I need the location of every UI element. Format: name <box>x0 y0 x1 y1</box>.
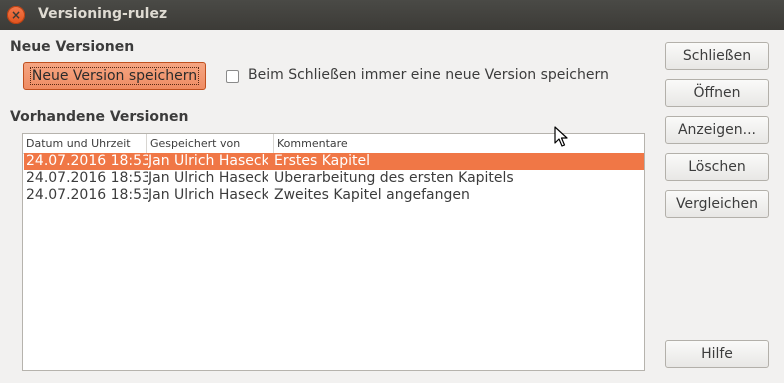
close-button[interactable]: Schließen <box>665 42 769 70</box>
row-comment: Überarbeitung des ersten Kapitels <box>274 170 514 186</box>
window-title: Versioning-rulez <box>38 6 168 22</box>
column-header-comment[interactable]: Kommentare <box>274 134 644 153</box>
version-row[interactable]: 24.07.2016 18:53 Jan Ulrich Haseck Übera… <box>24 170 644 187</box>
save-new-version-button[interactable]: Neue Version speichern <box>23 62 206 90</box>
row-date: 24.07.2016 18:53 <box>26 187 148 203</box>
existing-versions-heading: Vorhandene Versionen <box>10 109 189 125</box>
new-versions-heading: Neue Versionen <box>10 39 135 55</box>
row-comment: Erstes Kapitel <box>274 153 371 169</box>
row-date: 24.07.2016 18:53 <box>26 170 148 186</box>
row-author: Jan Ulrich Haseck <box>148 187 268 203</box>
version-row[interactable]: 24.07.2016 18:53 Jan Ulrich Haseck Erste… <box>24 153 644 170</box>
compare-button[interactable]: Vergleichen <box>665 190 769 218</box>
column-header-date[interactable]: Datum und Uhrzeit <box>23 134 147 153</box>
column-header-author[interactable]: Gespeichert von <box>147 134 274 153</box>
show-button[interactable]: Anzeigen... <box>665 116 769 144</box>
versions-list-header: Datum und Uhrzeit Gespeichert von Kommen… <box>23 134 644 154</box>
window-close-button[interactable]: × <box>7 6 25 24</box>
version-row[interactable]: 24.07.2016 18:53 Jan Ulrich Haseck Zweit… <box>24 187 644 204</box>
close-icon: × <box>10 8 22 22</box>
mouse-pointer-icon <box>554 126 568 147</box>
window-titlebar: × Versioning-rulez <box>0 0 784 30</box>
help-button[interactable]: Hilfe <box>665 340 769 368</box>
save-new-version-label: Neue Version speichern <box>29 67 200 85</box>
versions-list[interactable]: Datum und Uhrzeit Gespeichert von Kommen… <box>22 133 645 371</box>
always-save-checkbox[interactable] <box>226 70 239 83</box>
row-author: Jan Ulrich Haseck <box>148 170 268 186</box>
delete-button[interactable]: Löschen <box>665 153 769 181</box>
row-author: Jan Ulrich Haseck <box>148 153 268 169</box>
always-save-checkbox-label[interactable]: Beim Schließen immer eine neue Version s… <box>248 67 609 83</box>
row-comment: Zweites Kapitel angefangen <box>274 187 470 203</box>
open-button[interactable]: Öffnen <box>665 79 769 107</box>
row-date: 24.07.2016 18:53 <box>26 153 148 169</box>
